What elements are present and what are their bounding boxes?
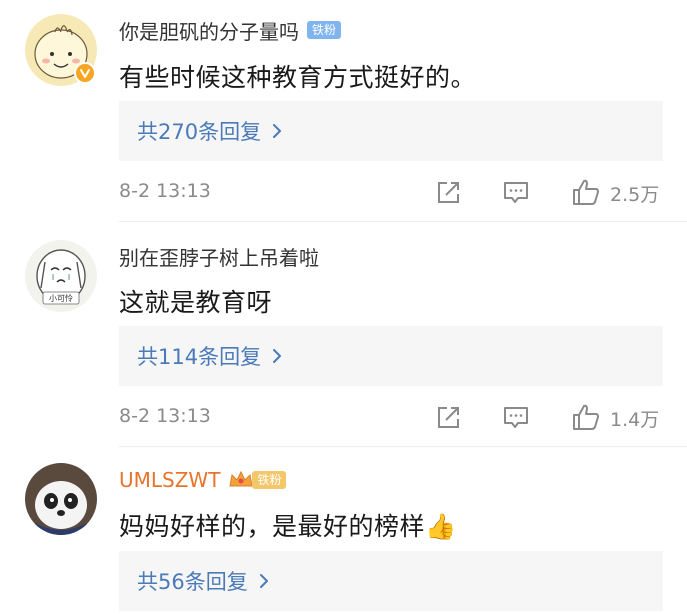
fan-badge-label: 铁粉: [252, 471, 287, 489]
share-icon[interactable]: [434, 402, 464, 432]
username-row: 你是胆矾的分子量吗 铁粉: [119, 16, 342, 45]
comment-item: 小可怜 别在歪脖子树上吊着啦 这就是教育呀 共114条回复 8-2 13:13 …: [0, 222, 687, 447]
replies-link[interactable]: 共114条回复: [119, 326, 663, 386]
chevron-right-icon: [259, 574, 268, 588]
username[interactable]: 别在歪脖子树上吊着啦: [119, 242, 319, 271]
comment-meta: 8-2 13:13 1.4万: [119, 398, 664, 438]
comment-item: 你是胆矾的分子量吗 铁粉 有些时候这种教育方式挺好的。 共270条回复 8-2 …: [0, 0, 687, 222]
fan-badge: 铁粉: [228, 470, 287, 490]
replies-count: 共56条回复: [137, 570, 248, 594]
username[interactable]: UMLSZWT: [119, 468, 220, 492]
comment-text: 妈妈好样的，是最好的榜样👍: [119, 512, 457, 541]
timestamp: 8-2 13:13: [119, 180, 211, 202]
timestamp: 8-2 13:13: [119, 405, 211, 427]
crown-icon: [229, 470, 254, 487]
thumbs-up-icon[interactable]: [571, 402, 601, 432]
username-row: UMLSZWT 铁粉: [119, 467, 287, 493]
comment-meta: 8-2 13:13 2.5万: [119, 173, 664, 213]
avatar-caption: 小可怜: [49, 293, 73, 303]
replies-count: 共270条回复: [137, 120, 262, 144]
replies-count: 共114条回复: [137, 345, 262, 369]
replies-link[interactable]: 共56条回复: [119, 551, 663, 611]
avatar[interactable]: 小可怜: [25, 240, 97, 312]
replies-link[interactable]: 共270条回复: [119, 101, 663, 161]
like-count: 1.4万: [610, 409, 660, 431]
like-count: 2.5万: [610, 184, 660, 206]
fan-badge: 铁粉: [307, 20, 342, 40]
comment-icon[interactable]: [501, 402, 531, 432]
comment-item: UMLSZWT 铁粉 妈妈好样的，是最好的榜样👍 共56条回复: [0, 447, 687, 614]
comment-icon[interactable]: [501, 177, 531, 207]
comment-text: 这就是教育呀: [119, 288, 273, 317]
comment-text: 有些时候这种教育方式挺好的。: [119, 63, 477, 92]
avatar[interactable]: [25, 463, 97, 535]
fan-badge-label: 铁粉: [307, 21, 342, 39]
chevron-right-icon: [273, 349, 282, 363]
verified-v-icon: [74, 62, 96, 84]
share-icon[interactable]: [434, 177, 464, 207]
username[interactable]: 你是胆矾的分子量吗: [119, 16, 299, 45]
thumbs-up-icon[interactable]: [571, 177, 601, 207]
chevron-right-icon: [273, 124, 282, 138]
username-row: 别在歪脖子树上吊着啦: [119, 242, 319, 271]
